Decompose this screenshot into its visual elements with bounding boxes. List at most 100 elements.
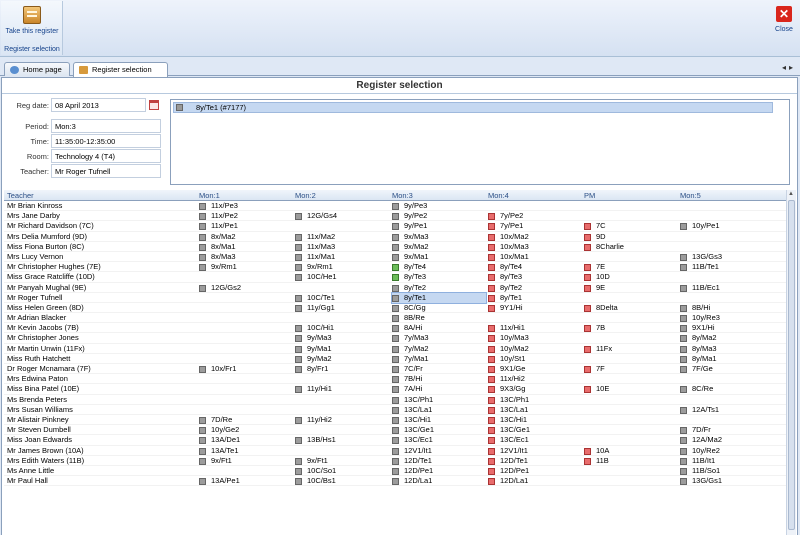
register-status-icon xyxy=(392,315,399,323)
register-code: 13G/Gs1 xyxy=(692,476,723,486)
register-status-icon xyxy=(488,406,495,414)
register-status-icon xyxy=(488,345,495,353)
register-code: 12V1/It1 xyxy=(500,445,528,455)
register-code: 9y/Pe2 xyxy=(404,211,428,221)
teacher-label: Teacher: xyxy=(20,167,49,176)
register-status-icon xyxy=(488,213,495,221)
register-code: 8y/Ma1 xyxy=(692,353,717,363)
register-status-icon xyxy=(584,274,591,282)
register-code: 10y/St1 xyxy=(500,353,526,363)
tab-label: Home page xyxy=(23,65,62,74)
register-code: 13C/Hi1 xyxy=(404,414,432,424)
register-status-icon xyxy=(488,396,495,404)
register-cell[interactable]: 8y/Te1 xyxy=(391,291,487,304)
register-code: 11y/Gg1 xyxy=(307,302,335,312)
table-row: Mrs Edith Waters (11B) 9x/Ft1 9x/Ft1 12D/Te… xyxy=(4,456,786,466)
register-status-icon xyxy=(584,457,591,465)
register-code: 9x/Ma1 xyxy=(404,251,429,261)
register-status-icon xyxy=(295,457,302,465)
column-header[interactable]: PM xyxy=(584,191,595,200)
register-code: 10x/Fr1 xyxy=(211,364,237,373)
tab-register-selection[interactable]: Register selection xyxy=(73,62,168,77)
register-code: 7A/Hi xyxy=(404,384,423,394)
register-status-icon xyxy=(680,345,687,353)
teacher-name: Mr Martin Unwin (11Fx) xyxy=(7,343,85,353)
column-header[interactable]: Mon:5 xyxy=(680,191,701,200)
register-status-icon xyxy=(199,253,206,261)
register-status-icon xyxy=(392,437,399,445)
home-icon xyxy=(10,66,19,74)
register-status-icon xyxy=(680,406,687,414)
register-status-icon xyxy=(584,243,591,251)
selected-registers-list: 8y/Te1 (#7177) xyxy=(170,99,790,185)
tab-nav-arrows[interactable]: ◂▸ xyxy=(782,63,796,72)
register-status-icon xyxy=(488,447,495,455)
vertical-scrollbar[interactable]: ▲ xyxy=(786,190,796,535)
column-header[interactable]: Teacher xyxy=(7,191,34,200)
table-row: Miss Fiona Burton (8C) 8x/Ma1 11x/Ma3 9x/Ma… xyxy=(4,242,786,252)
reg-date-field[interactable]: 08 April 2013 xyxy=(51,98,146,112)
table-row: Mrs Delia Mumford (9D) 8x/Ma2 11x/Ma2 9x/Ma… xyxy=(4,232,786,242)
column-header[interactable]: Mon:1 xyxy=(199,191,220,200)
register-code: 13C/La1 xyxy=(500,404,529,414)
register-code: 7B/Hi xyxy=(404,374,423,384)
close-button[interactable]: ✕ Close xyxy=(772,4,796,40)
register-status-icon xyxy=(392,203,399,210)
register-code: 8B/Hi xyxy=(692,302,711,312)
table-row: Ms Brenda Peters 13C/Ph1 13C/Ph1 xyxy=(4,395,786,405)
register-code: 11x/Ma1 xyxy=(307,251,336,261)
register-status-icon xyxy=(392,304,399,312)
table-row: Mr Martin Unwin (11Fx) 9y/Ma1 7y/Ma2 10y/Ma… xyxy=(4,344,786,354)
register-status-icon xyxy=(295,366,302,373)
register-code: 10y/Ge2 xyxy=(211,425,240,435)
register-code: 11x/Ma2 xyxy=(307,231,336,241)
register-code: 9y/Ma1 xyxy=(307,343,332,353)
register-status-icon xyxy=(680,427,687,435)
register-code: 10x/Ma2 xyxy=(500,231,529,241)
register-code: 9x/Ma2 xyxy=(404,241,429,251)
register-status-icon xyxy=(680,457,687,465)
register-code: 9y/Pe1 xyxy=(404,221,428,231)
teacher-name: Ms Anne Little xyxy=(7,465,55,475)
register-status-icon xyxy=(680,253,687,261)
register-status-icon xyxy=(488,294,495,302)
register-status-icon xyxy=(584,284,591,292)
register-code: 8y/Ma2 xyxy=(692,333,717,343)
register-code: 7F xyxy=(596,364,605,373)
register-code: 10x/Ma3 xyxy=(500,241,529,251)
tab-label: Register selection xyxy=(92,65,152,74)
table-row: Mr Steven Dumbell 10y/Ge2 13C/Ge1 13C/Ge1 7D… xyxy=(4,425,786,436)
register-code: 11y/Hi1 xyxy=(307,384,332,394)
register-code: 10y/Pe1 xyxy=(692,221,720,231)
calendar-icon[interactable] xyxy=(149,100,159,110)
register-code: 8Delta xyxy=(596,302,618,312)
register-code: 13C/Ec1 xyxy=(404,435,433,445)
selected-register-item[interactable]: 8y/Te1 (#7177) xyxy=(173,102,773,113)
table-row: Miss Helen Green (8D) 11y/Gg1 8C/Gg 9Y1/Hi 8… xyxy=(4,302,786,314)
register-code: 10C/Bs1 xyxy=(307,476,336,486)
table-row: Mrs Jane Darby 11x/Pe2 12G/Gs4 9y/Pe2 7y/Pe2 xyxy=(4,211,786,222)
register-status-icon xyxy=(488,274,495,282)
main-content: Register selection Reg date: 08 April 20… xyxy=(1,77,798,535)
register-code: 10y/Ma2 xyxy=(500,343,529,353)
register-code: 11B/It1 xyxy=(692,455,716,465)
teacher-name: Mrs Delia Mumford (9D) xyxy=(7,231,88,241)
register-code: 7B xyxy=(596,323,606,333)
register-status-icon xyxy=(199,284,206,292)
register-status-icon xyxy=(199,437,206,445)
register-status-icon xyxy=(199,457,206,465)
period-label: Period: xyxy=(25,122,49,131)
register-status-icon xyxy=(295,213,302,221)
column-header[interactable]: Mon:3 xyxy=(392,191,413,200)
column-header[interactable]: Mon:4 xyxy=(488,191,509,200)
column-header[interactable]: Mon:2 xyxy=(295,191,316,200)
teacher-name: Mr Steven Dumbell xyxy=(7,425,71,435)
take-register-button[interactable]: Take this register xyxy=(1,1,63,43)
register-status-icon xyxy=(680,478,687,486)
scroll-up-icon[interactable]: ▲ xyxy=(788,191,794,197)
register-code: 13A/Te1 xyxy=(211,445,239,455)
register-code: 13G/Gs3 xyxy=(692,251,723,261)
tab-home-page[interactable]: Home page xyxy=(4,62,70,76)
scroll-thumb[interactable] xyxy=(788,200,795,530)
register-status-icon xyxy=(295,264,302,272)
